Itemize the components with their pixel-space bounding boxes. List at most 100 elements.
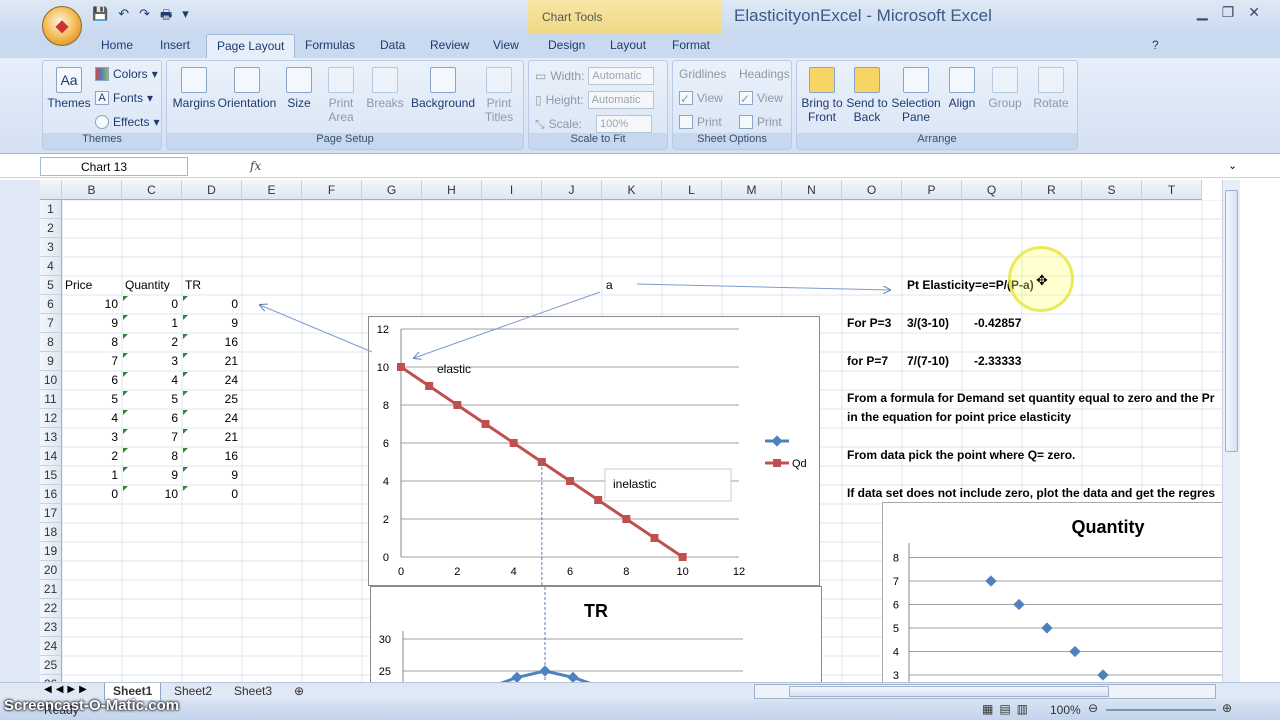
align-icon (949, 67, 975, 93)
print-titles-button[interactable]: Print Titles (479, 67, 519, 124)
vertical-scroll-thumb[interactable] (1225, 190, 1238, 452)
scale-control[interactable]: ⤡ Scale: 100% (535, 115, 652, 133)
tab-review[interactable]: Review (430, 38, 469, 52)
print-area-button[interactable]: Print Area (321, 67, 361, 124)
margins-button[interactable]: Margins (171, 67, 217, 110)
tab-page-layout[interactable]: Page Layout (206, 34, 296, 60)
align-button[interactable]: Align (945, 67, 979, 110)
sheet-nav-icons[interactable]: ◀◀▶▶ (44, 684, 91, 695)
colors-label: Colors (113, 67, 148, 81)
ribbon-tabs: Home Insert Page Layout Formulas Data Re… (0, 34, 1280, 60)
gridlines-print-checkbox[interactable]: Print (679, 115, 722, 129)
tab-format[interactable]: Format (672, 38, 710, 52)
formula-bar: Chart 13 fx ⌄ (0, 156, 1280, 178)
group-icon (992, 67, 1018, 93)
minimize-icon[interactable]: ▁ (1197, 4, 1208, 21)
page-setup-group-label: Page Setup (167, 133, 523, 149)
annotation-arrows (0, 283, 1222, 682)
selection-pane-button[interactable]: Selection Pane (891, 67, 941, 124)
effects-button[interactable]: Effects ▾ (95, 115, 160, 129)
close-icon[interactable]: ✕ (1248, 4, 1260, 21)
chart-tools-label: Chart Tools (528, 0, 722, 34)
background-button[interactable]: Background (409, 67, 477, 110)
bring-to-front-button[interactable]: Bring to Front (799, 67, 845, 124)
width-control[interactable]: ▭ Width: Automatic (535, 67, 655, 85)
view-mode-icons[interactable]: ▦▤▥ (982, 702, 1034, 716)
breaks-button[interactable]: Breaks (365, 67, 405, 110)
size-button[interactable]: Size (281, 67, 317, 110)
horizontal-scrollbar[interactable] (754, 684, 1216, 699)
insert-sheet-icon[interactable]: ⊕ (286, 683, 312, 701)
zoom-out-icon[interactable]: ⊖ (1088, 701, 1098, 715)
tab-design[interactable]: Design (548, 38, 585, 52)
window-controls: ▁ ❐ ✕ (1197, 4, 1260, 21)
office-logo-icon: ◆ (55, 18, 69, 35)
selection-pane-icon (903, 67, 929, 93)
horizontal-scroll-thumb[interactable] (789, 686, 1109, 697)
height-select[interactable]: Automatic (587, 91, 654, 109)
print-titles-icon (486, 67, 512, 93)
tab-layout[interactable]: Layout (610, 38, 646, 52)
zoom-in-icon[interactable]: ⊕ (1222, 701, 1232, 715)
sheet-tab-3[interactable]: Sheet3 (226, 683, 280, 701)
breaks-icon (372, 67, 398, 93)
scale-icon: ⤡ (535, 116, 545, 131)
worksheet-grid[interactable]: BCDEFGHIJKLMNOPQRST 1 2 3 4 5 6 7 8 9 10 11 12 13 14 1… (0, 180, 1222, 682)
zoom-slider[interactable] (1106, 709, 1216, 711)
redo-icon[interactable]: ↷ (139, 6, 150, 28)
maximize-icon[interactable]: ❐ (1222, 4, 1235, 21)
office-button[interactable]: ◆ (42, 6, 82, 46)
gridlines-view-checkbox[interactable]: ✓ View (679, 91, 723, 106)
undo-icon[interactable]: ↶ (118, 6, 129, 28)
themes-group-label: Themes (43, 133, 161, 149)
print-area-icon (328, 67, 354, 93)
height-icon: ▯ (535, 93, 542, 107)
tab-formulas[interactable]: Formulas (305, 38, 355, 52)
headings-print-checkbox[interactable]: Print (739, 115, 782, 129)
group-button[interactable]: Group (985, 67, 1025, 110)
height-control[interactable]: ▯ Height: Automatic (535, 91, 654, 109)
tab-view[interactable]: View (493, 38, 519, 52)
tab-insert[interactable]: Insert (160, 38, 190, 52)
fonts-label: Fonts (113, 91, 144, 105)
send-to-back-button[interactable]: Send to Back (845, 67, 889, 124)
rotate-button[interactable]: Rotate (1031, 67, 1071, 110)
colors-button[interactable]: Colors ▾ (95, 67, 158, 81)
sheet-tab-bar: ◀◀▶▶ Sheet1 Sheet2 Sheet3 ⊕ (0, 682, 1280, 701)
send-to-back-icon (854, 67, 880, 93)
fonts-icon: A (95, 91, 109, 105)
scale-spinner[interactable]: 100% (595, 115, 652, 133)
sheet-options-group: Gridlines Headings ✓ View ✓ View Print Pri… (672, 60, 792, 150)
customize-qat-icon[interactable]: ▾ (182, 6, 189, 28)
effects-label: Effects (113, 115, 150, 129)
title-bar: 💾 ↶ ↷ 🖶 ▾ Chart Tools ElasticityonExcel … (0, 0, 1280, 34)
save-icon[interactable]: 💾 (92, 6, 108, 28)
size-icon (286, 67, 312, 93)
tab-home[interactable]: Home (101, 38, 133, 52)
effects-icon (95, 115, 109, 129)
orientation-icon (234, 67, 260, 93)
themes-label: Themes (47, 96, 91, 110)
headings-label: Headings (739, 67, 790, 81)
vertical-scrollbar[interactable] (1222, 180, 1240, 682)
fx-icon[interactable]: fx (250, 159, 261, 173)
window-title: ElasticityonExcel - Microsoft Excel (734, 6, 992, 25)
print-icon[interactable]: 🖶 (160, 6, 172, 28)
zoom-level[interactable]: 100% (1050, 703, 1081, 717)
orientation-button[interactable]: Orientation (217, 67, 277, 110)
help-icon[interactable]: ? (1152, 38, 1159, 52)
arrange-group: Bring to Front Send to Back Selection Pa… (796, 60, 1078, 150)
fonts-button[interactable]: A Fonts ▾ (95, 91, 153, 105)
margins-icon (181, 67, 207, 93)
arrow-to-table (260, 305, 373, 353)
themes-group: Aa Themes Colors ▾ A Fonts ▾ Effects ▾ The… (42, 60, 162, 150)
gridlines-label: Gridlines (679, 67, 727, 81)
width-select[interactable]: Automatic (588, 67, 655, 85)
quick-access-toolbar: 💾 ↶ ↷ 🖶 ▾ (92, 6, 189, 28)
themes-button[interactable]: Aa Themes (47, 67, 91, 110)
headings-view-checkbox[interactable]: ✓ View (739, 91, 783, 106)
expand-formula-bar-icon[interactable]: ⌄ (1228, 159, 1237, 172)
name-box[interactable]: Chart 13 (40, 157, 188, 176)
tab-data[interactable]: Data (380, 38, 405, 52)
watermark: Screencast-O-Matic.com (4, 697, 180, 714)
